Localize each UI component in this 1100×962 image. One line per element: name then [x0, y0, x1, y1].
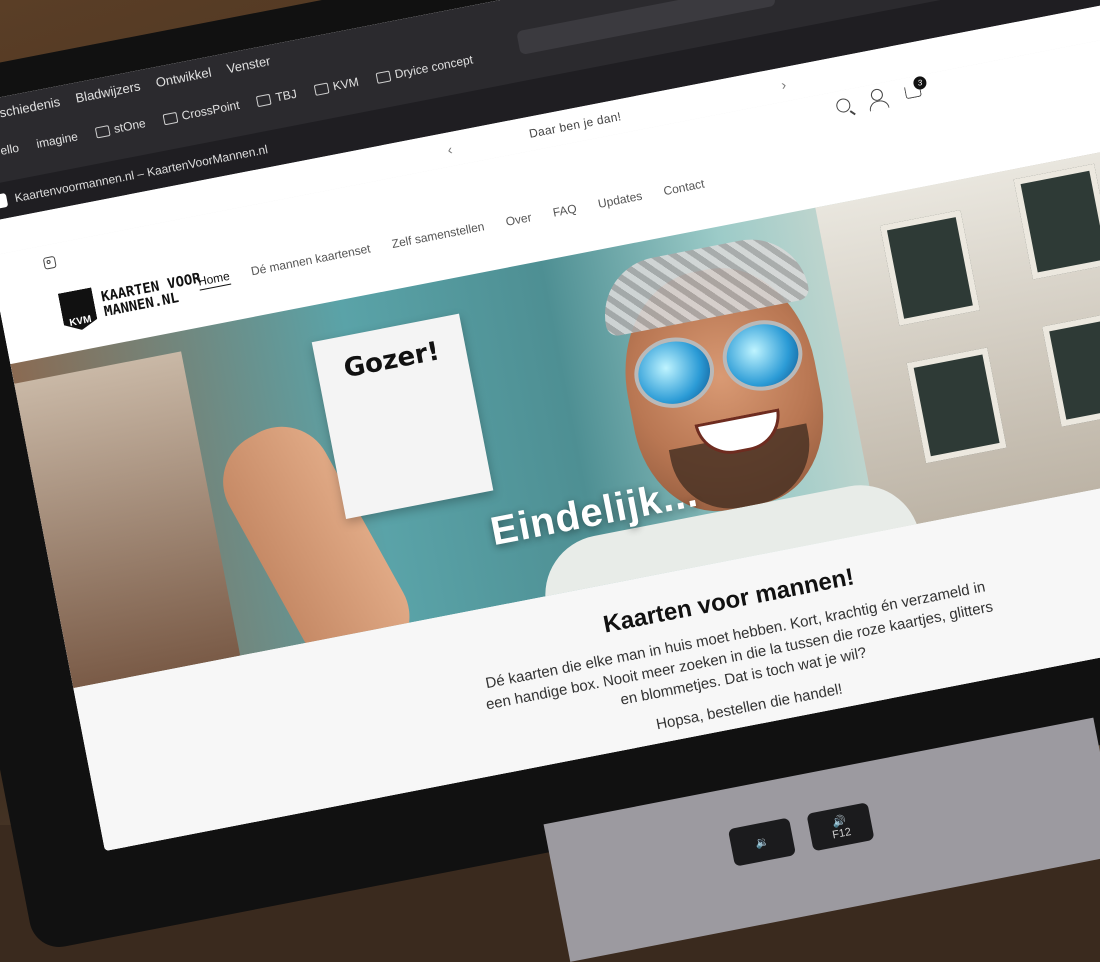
- favorite-crosspoint[interactable]: CrossPoint: [162, 98, 241, 127]
- nav-updates[interactable]: Updates: [597, 189, 644, 211]
- folder-icon: [255, 93, 272, 107]
- favorite-label: TBJ: [274, 86, 298, 105]
- favorite-label: CrossPoint: [180, 97, 241, 123]
- sunglasses-lens: [628, 330, 721, 415]
- folder-icon: [162, 111, 178, 125]
- favorite-trello[interactable]: Trello: [0, 141, 20, 160]
- favorite-imagine[interactable]: imagine: [35, 129, 79, 151]
- favorite-dryice[interactable]: Dryice concept: [375, 52, 474, 85]
- site-logo[interactable]: KVM KAARTEN VOOR MANNEN.NL: [58, 266, 206, 333]
- card-text: Gozer!: [341, 336, 442, 385]
- favorite-label: Dryice concept: [393, 52, 475, 82]
- favicon-icon: [0, 192, 9, 210]
- nav-kaartenset[interactable]: Dé mannen kaartenset: [250, 241, 372, 278]
- search-icon[interactable]: [835, 97, 852, 114]
- chevron-left-icon[interactable]: ‹: [446, 141, 454, 158]
- volume-down-icon: 🔉: [754, 835, 770, 850]
- favorite-label: Trello: [0, 140, 21, 161]
- folder-icon: [94, 124, 111, 139]
- cart-icon[interactable]: 3: [904, 75, 928, 100]
- window: [1013, 163, 1100, 280]
- favorite-label: stOne: [112, 116, 147, 136]
- nav-home[interactable]: Home: [197, 269, 231, 289]
- volume-up-key[interactable]: 🔊 F12: [806, 802, 875, 852]
- f12-label: F12: [831, 825, 853, 841]
- logo-mark: KVM: [58, 287, 99, 333]
- cart-count-badge: 3: [912, 75, 928, 91]
- favorite-kvm[interactable]: KVM: [313, 75, 360, 97]
- chevron-right-icon[interactable]: ›: [780, 76, 788, 93]
- nav-over[interactable]: Over: [504, 210, 532, 229]
- nav-contact[interactable]: Contact: [662, 177, 705, 199]
- favorite-label: imagine: [35, 129, 80, 152]
- sunglasses-lens: [716, 313, 809, 398]
- favorite-tbj[interactable]: TBJ: [255, 86, 298, 108]
- favorite-stone[interactable]: stOne: [94, 116, 147, 139]
- favorite-label: KVM: [331, 74, 360, 94]
- menu-item-develop[interactable]: Ontwikkel: [154, 65, 212, 90]
- nav-zelf-samenstellen[interactable]: Zelf samenstellen: [391, 219, 486, 251]
- window: [906, 347, 1007, 464]
- menu-item-window[interactable]: Venster: [225, 53, 271, 76]
- menu-item-bookmarks[interactable]: Bladwijzers: [74, 78, 141, 105]
- menu-item-history[interactable]: Geschiedenis: [0, 94, 61, 124]
- folder-icon: [313, 82, 330, 96]
- instagram-icon[interactable]: [42, 255, 57, 270]
- logo-text: KAARTEN VOOR MANNEN.NL: [100, 270, 205, 320]
- folder-icon: [375, 70, 391, 84]
- window: [1042, 310, 1100, 427]
- account-icon[interactable]: [869, 87, 884, 102]
- window: [879, 210, 980, 326]
- nav-faq[interactable]: FAQ: [552, 201, 578, 219]
